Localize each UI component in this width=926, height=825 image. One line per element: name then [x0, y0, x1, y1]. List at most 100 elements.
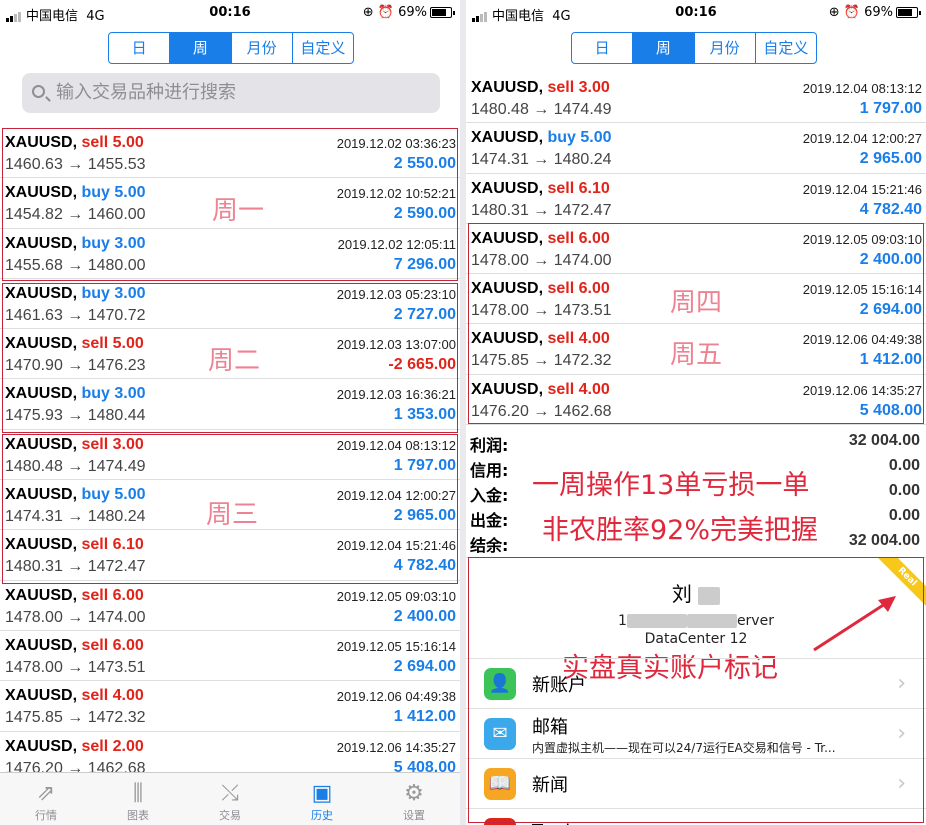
- trade-profit: -2 665.00: [388, 356, 456, 374]
- trade-profit: 1 412.00: [859, 351, 922, 369]
- trade-row[interactable]: XAUUSD, buy 3.00 2019.12.02 12:05:11 1455.…: [0, 229, 460, 279]
- action-text: sell: [81, 586, 109, 604]
- trade-time: 2019.12.05 15:16:14: [802, 282, 922, 298]
- close-price: 1472.32: [87, 709, 146, 727]
- annotation-win-rate: 非农胜率92%完美把握: [542, 515, 819, 546]
- account-name-text: 刘: [671, 582, 692, 606]
- action-text: sell: [547, 179, 575, 197]
- symbol-text: XAUUSD,: [471, 280, 544, 298]
- trade-row[interactable]: XAUUSD, sell 6.00 2019.12.05 09:03:10 1478…: [466, 224, 926, 275]
- period-tab-2[interactable]: 月份: [695, 33, 756, 63]
- trade-profit: 1 797.00: [859, 100, 922, 117]
- action-text: buy: [81, 284, 110, 302]
- open-price: 1480.31: [471, 201, 529, 219]
- annotation-friday: 周五: [670, 340, 723, 370]
- tab-chart[interactable]: ⫼ 图表: [92, 773, 184, 825]
- trade-symbol: XAUUSD, sell 4.00: [5, 687, 144, 705]
- trade-profit: 2 727.00: [393, 305, 456, 323]
- trade-symbol: XAUUSD, sell 4.00: [471, 381, 610, 399]
- trade-time: 2019.12.04 12:00:27: [802, 131, 922, 147]
- symbol-text: XAUUSD,: [5, 385, 78, 403]
- tab-settings[interactable]: ⚙ 设置: [368, 773, 460, 825]
- menu-item-2[interactable]: 📖 新闻 ›: [466, 758, 926, 808]
- period-tab-0[interactable]: 日: [572, 33, 634, 63]
- action-text: sell: [81, 435, 109, 453]
- trade-row[interactable]: XAUUSD, sell 4.00 2019.12.06 04:49:38 1475…: [0, 681, 460, 732]
- open-price: 1478.00: [471, 251, 529, 269]
- tab-quotes[interactable]: ⇗ 行情: [0, 773, 92, 825]
- trade-row[interactable]: XAUUSD, sell 6.10 2019.12.04 15:21:46 1480…: [466, 174, 926, 224]
- action-text: sell: [547, 229, 575, 247]
- symbol-text: XAUUSD,: [5, 737, 78, 755]
- trade-symbol: XAUUSD, buy 3.00: [5, 385, 146, 403]
- trade-time: 2019.12.05 09:03:10: [802, 231, 922, 247]
- close-price: 1474.49: [87, 457, 146, 475]
- menu-item-1[interactable]: ✉ 邮箱 内置虚拟主机——现在可以24/7运行EA交易和信号 - Tr... ›: [466, 708, 926, 758]
- symbol-text: XAUUSD,: [5, 586, 78, 604]
- trade-history-list: XAUUSD, sell 3.00 2019.12.04 08:13:12 1480…: [466, 73, 926, 426]
- period-tab-3[interactable]: 自定义: [756, 33, 816, 63]
- book-icon: 📖: [484, 768, 516, 800]
- open-price: 1461.63: [5, 306, 63, 324]
- trade-action: sell 6.00: [547, 230, 609, 247]
- period-tab-1[interactable]: 周: [170, 33, 232, 63]
- action-text: sell: [81, 536, 109, 554]
- lock-rotation-icon: ⊕ ⏰: [828, 5, 860, 20]
- close-price: 1480.00: [87, 256, 146, 274]
- trade-action: sell 5.00: [81, 335, 143, 352]
- tab-label: 设置: [403, 809, 425, 822]
- trade-row[interactable]: XAUUSD, sell 6.00 2019.12.05 09:03:10 1478…: [0, 581, 460, 631]
- close-price: 1472.47: [553, 201, 612, 219]
- trade-symbol: XAUUSD, sell 6.10: [471, 180, 610, 198]
- history-icon: ▣: [311, 781, 333, 806]
- trade-symbol: XAUUSD, sell 6.00: [5, 587, 144, 605]
- volume-text: 4.00: [578, 380, 610, 398]
- trade-time: 2019.12.06 14:35:27: [802, 382, 922, 398]
- tab-history[interactable]: ▣ 历史: [276, 773, 368, 825]
- trade-row[interactable]: XAUUSD, sell 6.00 2019.12.05 15:16:14 1478…: [0, 631, 460, 682]
- trade-symbol: XAUUSD, sell 3.00: [5, 436, 144, 454]
- symbol-text: XAUUSD,: [5, 636, 78, 654]
- trade-row[interactable]: XAUUSD, sell 6.10 2019.12.04 15:21:46 1480…: [0, 530, 460, 581]
- chart-icon: ⫼: [132, 781, 144, 806]
- close-price: 1474.00: [87, 608, 146, 626]
- menu-item-0[interactable]: 👤 新账户 ›: [466, 658, 926, 708]
- trade-profit: 2 694.00: [859, 301, 922, 319]
- open-price: 1455.68: [5, 256, 63, 274]
- trade-row[interactable]: XAUUSD, sell 3.00 2019.12.04 08:13:12 1480…: [466, 73, 926, 124]
- period-tab-2[interactable]: 月份: [232, 33, 293, 63]
- trade-profit: 2 694.00: [393, 657, 456, 675]
- action-text: sell: [81, 636, 109, 654]
- trade-profit: 2 965.00: [859, 150, 922, 168]
- trade-symbol: XAUUSD, sell 3.00: [471, 79, 610, 97]
- trade-time: 2019.12.04 08:13:12: [336, 437, 456, 453]
- trade-row[interactable]: XAUUSD, sell 5.00 2019.12.02 03:36:23 1460…: [0, 128, 460, 179]
- add-user-icon: 👤: [484, 668, 516, 700]
- volume-text: 3.00: [114, 234, 146, 252]
- period-tab-0[interactable]: 日: [109, 33, 171, 63]
- open-price: 1478.00: [471, 302, 529, 320]
- close-price: 1480.24: [87, 508, 146, 526]
- trade-row[interactable]: XAUUSD, buy 3.00 2019.12.03 16:36:21 1475.…: [0, 379, 460, 430]
- summary-value: 0.00: [888, 507, 920, 524]
- trade-prices: 1475.85 → 1472.32: [471, 352, 612, 370]
- volume-text: 5.00: [112, 134, 144, 151]
- tab-trade[interactable]: ⤯ 交易: [184, 773, 276, 825]
- period-tab-1[interactable]: 周: [633, 33, 695, 63]
- period-tab-3[interactable]: 自定义: [293, 33, 353, 63]
- battery-icon: [896, 7, 921, 18]
- symbol-text: XAUUSD,: [471, 330, 544, 348]
- menu-item-3[interactable]: ▲ Tradays ›: [466, 808, 926, 825]
- trade-prices: 1480.31 → 1472.47: [471, 201, 612, 219]
- volume-text: 6.00: [112, 586, 144, 604]
- chevron-right-icon: ›: [897, 671, 906, 696]
- trade-row[interactable]: XAUUSD, buy 3.00 2019.12.03 05:23:10 1461.…: [0, 279, 460, 330]
- volume-text: 3.00: [114, 284, 146, 302]
- trade-row[interactable]: XAUUSD, buy 5.00 2019.12.04 12:00:27 1474.…: [466, 123, 926, 174]
- trade-symbol: XAUUSD, sell 6.10: [5, 536, 144, 554]
- search-input[interactable]: 输入交易品种进行搜索: [22, 73, 440, 113]
- trade-time: 2019.12.06 14:35:27: [336, 739, 456, 755]
- volume-text: 4.00: [578, 330, 610, 348]
- trade-row[interactable]: XAUUSD, sell 3.00 2019.12.04 08:13:12 1480…: [0, 430, 460, 481]
- trade-row[interactable]: XAUUSD, sell 4.00 2019.12.06 14:35:27 1476…: [466, 375, 926, 426]
